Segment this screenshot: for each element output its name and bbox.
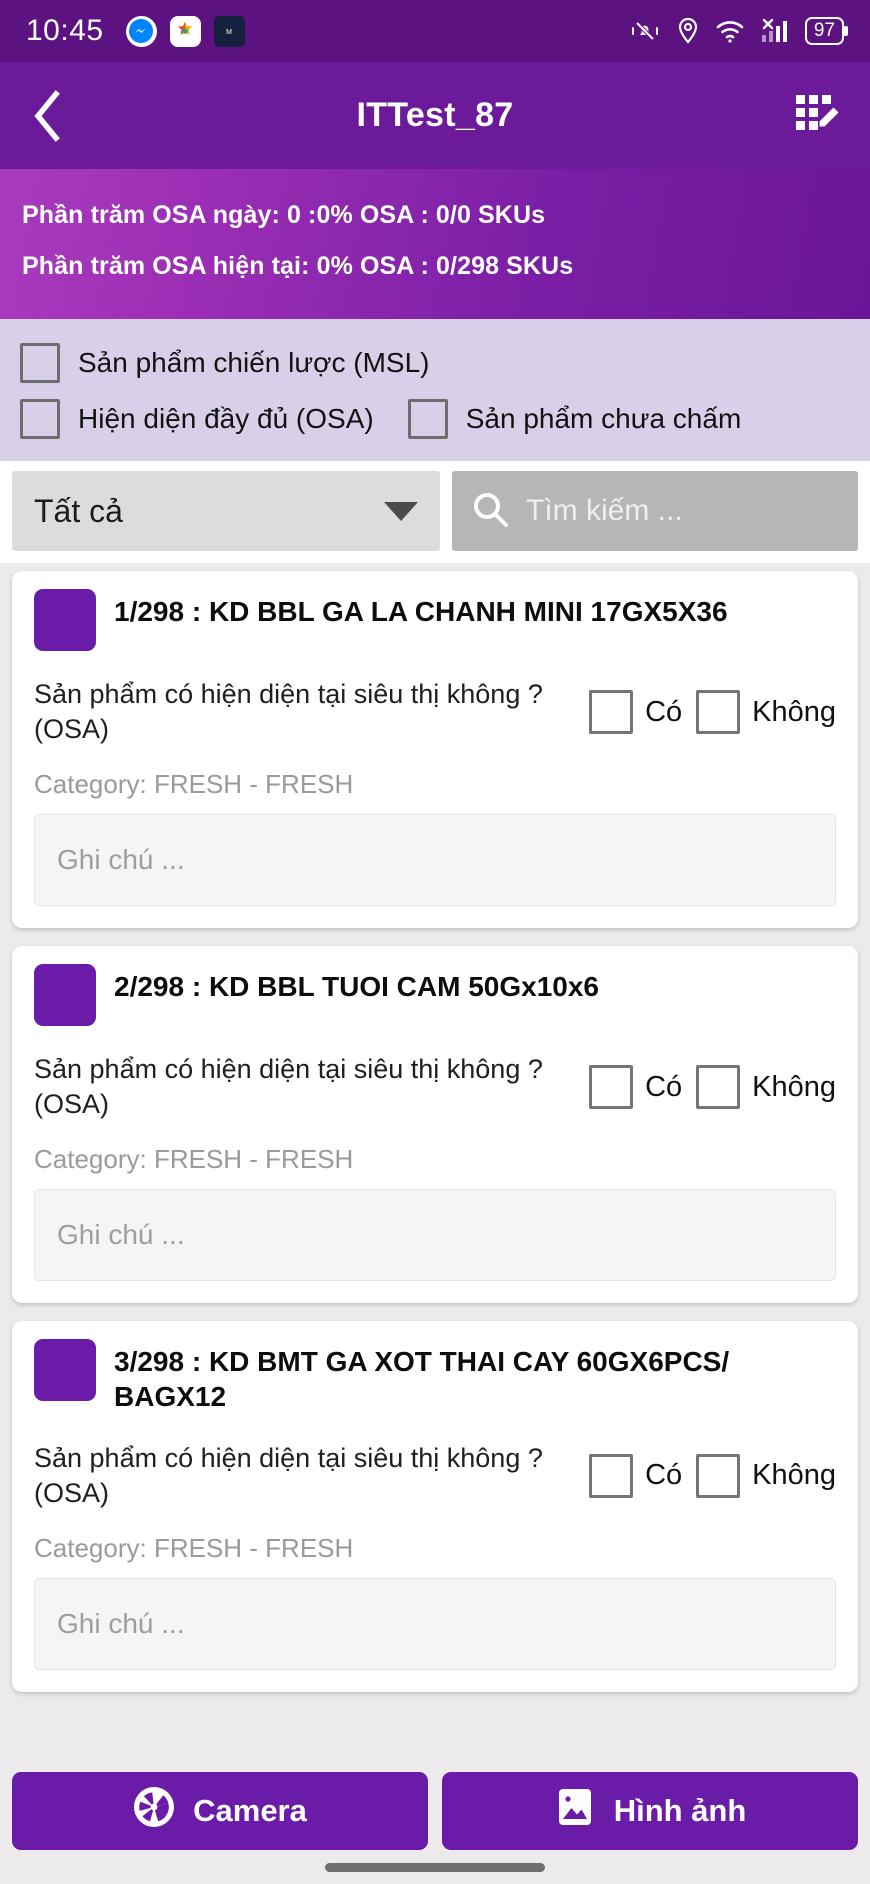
product-header: 1/298 : KD BBL GA LA CHANH MINI 17GX5X36 xyxy=(34,589,836,651)
search-input[interactable]: Tìm kiếm ... xyxy=(452,471,858,551)
camera-button-label: Camera xyxy=(193,1793,307,1828)
status-bar-system-icons: 97 xyxy=(629,17,844,45)
chevron-down-icon xyxy=(384,501,418,521)
product-card[interactable]: 2/298 : KD BBL TUOI CAM 50Gx10x6 Sản phẩ… xyxy=(12,946,858,1304)
checkbox-osa[interactable] xyxy=(20,399,60,439)
checkbox-msl[interactable] xyxy=(20,343,60,383)
checkbox-yes[interactable] xyxy=(589,1453,634,1498)
filter-row-msl: Sản phẩm chiến lược (MSL) xyxy=(20,335,850,391)
image-icon xyxy=(554,1786,596,1836)
osa-question-text: Sản phẩm có hiện diện tại siêu thị không… xyxy=(34,679,543,745)
filter-panel: Sản phẩm chiến lược (MSL) Hiện diện đầy … xyxy=(0,319,870,461)
status-bar-clock: 10:45 xyxy=(26,14,104,47)
osa-answer-yes[interactable]: Có xyxy=(589,1453,683,1498)
category-dropdown-value: Tất cả xyxy=(34,492,123,529)
osa-answer-options: Có Không xyxy=(589,690,836,735)
app-bar: ITTest_87 xyxy=(0,62,870,169)
page-title: ITTest_87 xyxy=(356,96,514,134)
osa-answer-no-label: Không xyxy=(752,1459,836,1492)
checkbox-no[interactable] xyxy=(696,1453,741,1498)
checkbox-unscored[interactable] xyxy=(407,399,448,439)
battery-icon: 97 xyxy=(804,17,844,45)
product-note-placeholder: Ghi chú ... xyxy=(57,1219,185,1251)
gallery-button-label: Hình ảnh xyxy=(613,1793,747,1828)
gallery-button[interactable]: Hình ảnh xyxy=(442,1772,858,1850)
checkbox-yes[interactable] xyxy=(589,690,634,735)
osa-answer-no[interactable]: Không xyxy=(696,690,836,735)
app-store-icon xyxy=(169,15,201,47)
checkbox-no[interactable] xyxy=(696,1065,741,1110)
product-category: Category: FRESH - FRESH xyxy=(34,1533,354,1563)
bottom-action-bar: Camera Hình ảnh xyxy=(0,1762,870,1850)
category-dropdown[interactable]: Tất cả xyxy=(12,471,440,551)
osa-answer-yes-label: Có xyxy=(645,1459,683,1492)
osa-answer-yes-label: Có xyxy=(645,1070,683,1103)
messenger-icon xyxy=(125,15,157,47)
osa-answer-yes-label: Có xyxy=(645,695,683,728)
osa-question-row: Sản phẩm có hiện diện tại siêu thị không… xyxy=(34,677,836,747)
osa-answer-options: Có Không xyxy=(589,1453,836,1498)
back-button[interactable] xyxy=(30,88,90,144)
osa-question-row: Sản phẩm có hiện diện tại siêu thị không… xyxy=(34,1441,836,1511)
osa-question-row: Sản phẩm có hiện diện tại siêu thị không… xyxy=(34,1052,836,1122)
product-color-swatch xyxy=(34,589,96,651)
filter-msl-label: Sản phẩm chiến lược (MSL) xyxy=(78,347,430,378)
product-note-placeholder: Ghi chú ... xyxy=(57,844,185,876)
phone-screen: 10:45 M 97 ITTest_87 Phần trăm OSA ngày:… xyxy=(0,0,870,1884)
osa-answer-yes[interactable]: Có xyxy=(589,690,683,735)
location-icon xyxy=(676,17,700,45)
grid-edit-icon[interactable] xyxy=(780,93,840,139)
product-card[interactable]: 3/298 : KD BMT GA XOT THAI CAY 60GX6PCS/… xyxy=(12,1321,858,1692)
product-card[interactable]: 1/298 : KD BBL GA LA CHANH MINI 17GX5X36… xyxy=(12,571,858,929)
product-note-input[interactable]: Ghi chú ... xyxy=(34,814,836,907)
search-row: Tất cả Tìm kiếm ... xyxy=(0,461,870,563)
osa-answer-yes[interactable]: Có xyxy=(589,1065,683,1110)
filter-osa-label: Hiện diện đầy đủ (OSA) xyxy=(78,403,374,434)
osa-answer-no-label: Không xyxy=(752,1070,836,1103)
osa-daily-stat: Phần trăm OSA ngày: 0 :0% OSA : 0/0 SKUs xyxy=(22,201,546,229)
product-category: Category: FRESH - FRESH xyxy=(34,769,354,800)
photo-app-icon: M xyxy=(213,15,245,47)
product-title: 2/298 : KD BBL TUOI CAM 50Gx10x6 xyxy=(114,971,599,1003)
wifi-icon xyxy=(715,18,745,44)
osa-answer-no[interactable]: Không xyxy=(696,1453,836,1498)
filter-unscored[interactable]: Sản phẩm chưa chấm xyxy=(407,399,742,439)
product-header: 2/298 : KD BBL TUOI CAM 50Gx10x6 xyxy=(34,964,836,1027)
product-category: Category: FRESH - FRESH xyxy=(34,1144,354,1175)
filter-osa[interactable]: Hiện diện đầy đủ (OSA) xyxy=(20,399,374,439)
camera-button[interactable]: Camera xyxy=(12,1772,428,1850)
osa-answer-options: Có Không xyxy=(589,1065,836,1110)
product-color-swatch xyxy=(34,964,96,1027)
filter-msl[interactable]: Sản phẩm chiến lược (MSL) xyxy=(20,343,429,383)
filter-unscored-label: Sản phẩm chưa chấm xyxy=(465,403,742,434)
osa-question-text: Sản phẩm có hiện diện tại siêu thị không… xyxy=(34,1442,543,1508)
product-list[interactable]: 1/298 : KD BBL GA LA CHANH MINI 17GX5X36… xyxy=(0,563,870,1762)
osa-answer-no[interactable]: Không xyxy=(696,1065,836,1110)
product-header: 3/298 : KD BMT GA XOT THAI CAY 60GX6PCS/… xyxy=(34,1339,836,1414)
status-bar: 10:45 M 97 xyxy=(0,0,870,62)
product-title: 3/298 : KD BMT GA XOT THAI CAY 60GX6PCS/… xyxy=(114,1346,730,1413)
signal-no-service-icon xyxy=(760,17,790,45)
search-icon xyxy=(470,489,510,534)
filter-row-osa: Hiện diện đầy đủ (OSA) Sản phẩm chưa chấ… xyxy=(20,391,850,447)
search-placeholder: Tìm kiếm ... xyxy=(526,494,683,527)
checkbox-yes[interactable] xyxy=(589,1065,634,1110)
status-bar-notification-icons: M xyxy=(125,15,245,47)
product-color-swatch xyxy=(34,1339,96,1402)
osa-current-stat: Phần trăm OSA hiện tại: 0% OSA : 0/298 S… xyxy=(22,252,574,280)
product-title: 1/298 : KD BBL GA LA CHANH MINI 17GX5X36 xyxy=(114,596,728,627)
product-note-input[interactable]: Ghi chú ... xyxy=(34,1189,836,1282)
product-note-placeholder: Ghi chú ... xyxy=(57,1608,185,1639)
checkbox-no[interactable] xyxy=(696,690,741,735)
gesture-bar-area xyxy=(0,1850,870,1884)
vibrate-off-icon xyxy=(629,17,661,45)
osa-stats-panel: Phần trăm OSA ngày: 0 :0% OSA : 0/0 SKUs… xyxy=(0,169,870,319)
osa-question-text: Sản phẩm có hiện diện tại siêu thị không… xyxy=(34,1054,543,1120)
aperture-icon xyxy=(133,1786,175,1836)
osa-answer-no-label: Không xyxy=(752,695,836,728)
product-note-input[interactable]: Ghi chú ... xyxy=(34,1578,836,1670)
home-gesture-bar[interactable] xyxy=(325,1862,545,1872)
